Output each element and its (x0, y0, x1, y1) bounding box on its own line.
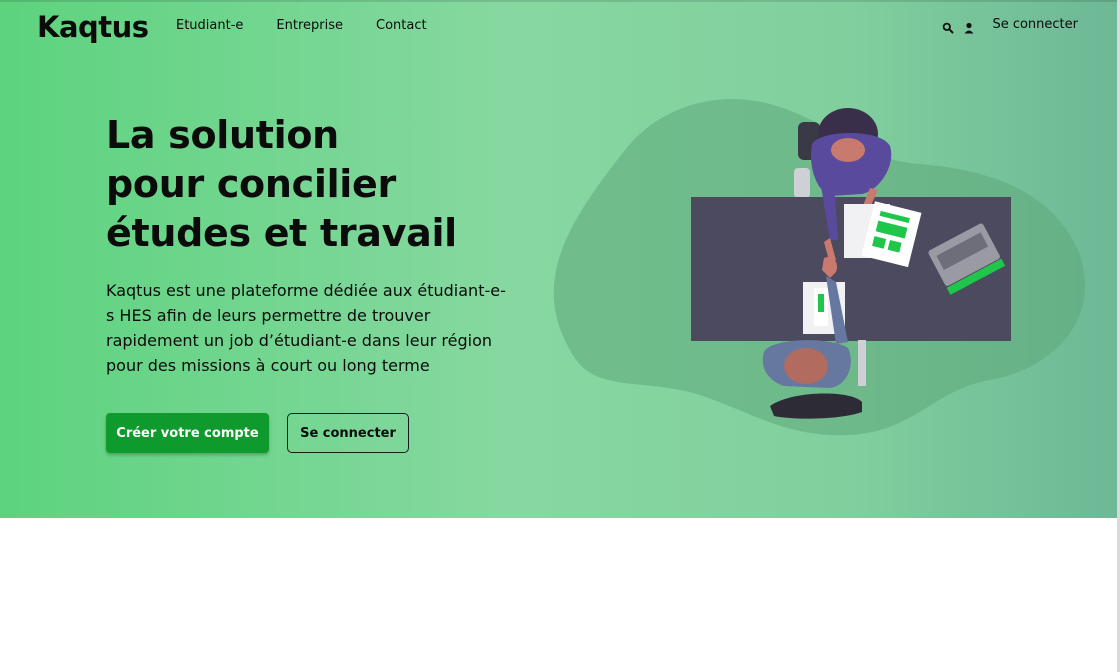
hero-headline: La solution pour concilier études et tra… (106, 111, 566, 258)
nav-item-entreprise[interactable]: Entreprise (276, 18, 343, 33)
user-icon[interactable] (963, 19, 975, 33)
header-login-link[interactable]: Se connecter (992, 17, 1078, 32)
brand-logo[interactable]: Kaqtus (37, 10, 149, 44)
hero-description: Kaqtus est une plateforme dédiée aux étu… (106, 281, 506, 375)
headline-line-3: études et travail (106, 211, 457, 255)
header-actions: Se connecter (942, 17, 1078, 33)
headline-line-2: pour concilier (106, 162, 396, 206)
create-account-button[interactable]: Créer votre compte (106, 413, 269, 453)
login-button[interactable]: Se connecter (287, 413, 409, 453)
hero-section: Kaqtus Etudiant-e Entreprise Contact Se … (0, 0, 1120, 518)
nav-item-contact[interactable]: Contact (376, 18, 427, 33)
nav-item-etudiant[interactable]: Etudiant-e (176, 18, 243, 33)
handshake-meeting-illustration (553, 98, 1086, 436)
search-icon[interactable] (942, 19, 954, 33)
headline-line-1: La solution (106, 113, 339, 157)
main-nav: Etudiant-e Entreprise Contact (176, 18, 427, 33)
